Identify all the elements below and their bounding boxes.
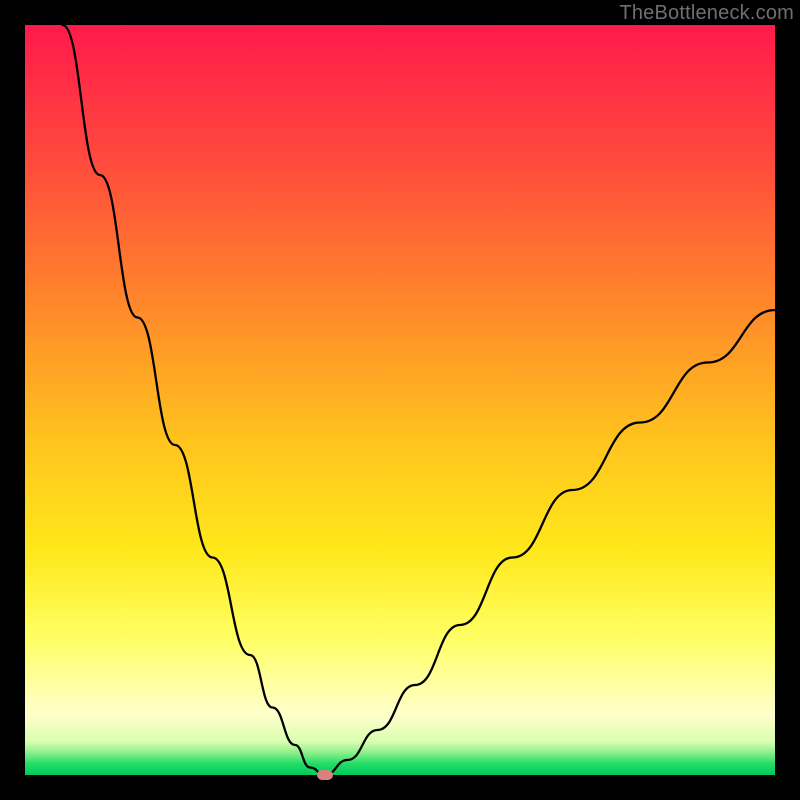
minimum-marker	[317, 770, 333, 780]
chart-frame: TheBottleneck.com	[0, 0, 800, 800]
curve-right-branch	[325, 310, 775, 775]
curve-left-branch	[63, 25, 326, 775]
plot-area	[25, 25, 775, 775]
bottleneck-curve	[25, 25, 775, 775]
watermark-text: TheBottleneck.com	[619, 2, 794, 25]
